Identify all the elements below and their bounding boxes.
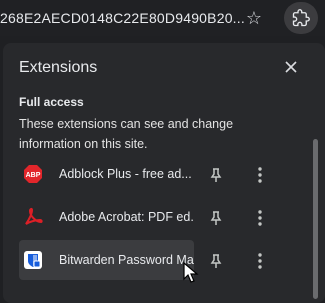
address-bar-url[interactable]: 268E2AECD0148C22E80D9490B20...	[0, 10, 245, 26]
more-options-icon[interactable]	[253, 252, 267, 270]
pin-icon[interactable]	[208, 253, 224, 269]
extension-name: Adblock Plus - free ad...	[59, 167, 192, 181]
adblock-plus-icon: ABP	[24, 165, 42, 183]
more-options-icon[interactable]	[253, 166, 267, 184]
panel-title: Extensions	[19, 59, 98, 76]
adobe-acrobat-icon	[25, 207, 43, 225]
extension-name: Adobe Acrobat: PDF ed...	[59, 210, 194, 224]
close-button[interactable]	[281, 57, 301, 77]
pin-icon[interactable]	[208, 210, 224, 226]
pin-icon[interactable]	[208, 167, 224, 183]
section-title: Full access	[19, 95, 84, 109]
section-description: These extensions can see and change info…	[19, 117, 234, 151]
extensions-button[interactable]	[284, 2, 318, 34]
browser-toolbar: 268E2AECD0148C22E80D9490B20... ☆	[0, 0, 325, 36]
scrollbar[interactable]	[313, 139, 318, 299]
puzzle-icon	[292, 9, 310, 27]
mouse-cursor-icon	[183, 262, 199, 283]
bookmark-star-icon[interactable]: ☆	[244, 8, 264, 28]
extension-row-bitwarden[interactable]: Bitwarden Password Ma...	[19, 240, 194, 280]
extensions-panel: Extensions Full access These extensions …	[3, 43, 325, 303]
extension-name: Bitwarden Password Ma...	[59, 253, 194, 267]
bitwarden-icon	[24, 251, 42, 269]
close-icon	[285, 61, 297, 73]
more-options-icon[interactable]	[253, 209, 267, 227]
svg-text:ABP: ABP	[26, 172, 41, 179]
extension-row-adblock-plus[interactable]: ABP Adblock Plus - free ad...	[19, 154, 194, 194]
extension-row-adobe-acrobat[interactable]: Adobe Acrobat: PDF ed...	[19, 197, 194, 237]
